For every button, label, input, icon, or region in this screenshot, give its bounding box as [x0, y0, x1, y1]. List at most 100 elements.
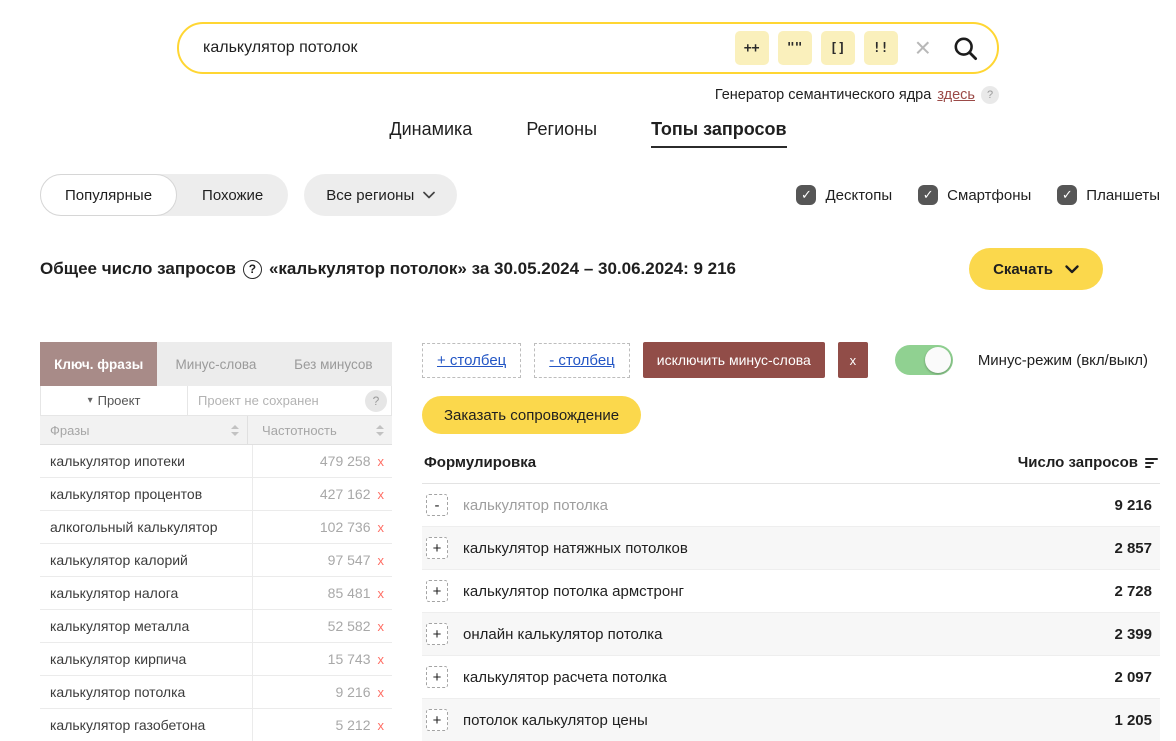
query-phrase: калькулятор потолка	[463, 497, 1114, 514]
query-count: 1 205	[1114, 712, 1154, 729]
main-tabs: Динамика Регионы Топы запросов	[177, 119, 999, 148]
checkbox-smartphones[interactable]: ✓ Смартфоны	[918, 185, 1031, 205]
add-column-label: + столбец	[437, 352, 506, 369]
add-column-button[interactable]: + столбец	[422, 343, 521, 378]
tab-top-queries[interactable]: Топы запросов	[651, 119, 787, 148]
pill-similar[interactable]: Похожие	[177, 174, 288, 216]
project-status-cell: Проект не сохранен ?	[188, 386, 392, 416]
semantic-core-line: Генератор семантического ядра здесь ?	[177, 86, 999, 104]
checkbox-tablets-label: Планшеты	[1086, 187, 1160, 204]
toggle-knob	[925, 347, 951, 373]
operator-quotes-button[interactable]: ""	[778, 31, 812, 65]
tab-without-minuses[interactable]: Без минусов	[275, 342, 392, 386]
operator-exclamation-button[interactable]: !!	[864, 31, 898, 65]
clear-search-icon[interactable]: ×	[915, 34, 931, 62]
query-row: + потолок калькулятор цены 1 205	[422, 699, 1160, 741]
tab-minus-words[interactable]: Минус-слова	[157, 342, 274, 386]
keywords-table-header: Фразы Частотность	[40, 416, 392, 445]
frequency-cell: 15 743 x	[253, 643, 392, 675]
caret-down-icon: ▾	[88, 395, 93, 406]
remove-phrase-button[interactable]: x	[378, 619, 385, 634]
generator-text: Генератор семантического ядра	[715, 87, 932, 103]
frequency-value: 52 582	[328, 618, 371, 634]
remove-phrase-button[interactable]: x	[378, 553, 385, 568]
frequency-value: 15 743	[328, 651, 371, 667]
expand-toggle-button[interactable]: +	[426, 709, 448, 731]
queries-panel: + столбец - столбец исключить минус-слов…	[422, 342, 1160, 741]
region-selector[interactable]: Все регионы	[304, 174, 457, 216]
download-button[interactable]: Скачать	[969, 248, 1103, 290]
exclude-minus-words-button[interactable]: исключить минус-слова	[643, 342, 825, 378]
minus-mode-toggle[interactable]	[895, 345, 953, 375]
column-header-query-count[interactable]: Число запросов	[1018, 454, 1158, 471]
project-row: ▾ Проект Проект не сохранен ?	[40, 386, 392, 416]
column-header-frequency: Частотность	[247, 416, 392, 444]
total-queries-summary: Общее число запросов ? «калькулятор пото…	[40, 259, 736, 279]
operator-brackets-button[interactable]: []	[821, 31, 855, 65]
remove-phrase-button[interactable]: x	[378, 685, 385, 700]
summary-help-icon[interactable]: ?	[243, 260, 262, 279]
keyword-row: калькулятор металла 52 582 x	[40, 610, 392, 643]
generator-here-link[interactable]: здесь	[937, 87, 975, 103]
tab-key-phrases[interactable]: Ключ. фразы	[40, 342, 157, 386]
order-support-button[interactable]: Заказать сопровождение	[422, 396, 641, 434]
expand-toggle-button[interactable]: +	[426, 666, 448, 688]
operator-plus-button[interactable]: ++	[735, 31, 769, 65]
checkbox-checked-icon: ✓	[1057, 185, 1077, 205]
keyword-row: калькулятор налога 85 481 x	[40, 577, 392, 610]
download-button-label: Скачать	[993, 261, 1053, 278]
phrase-cell: калькулятор газобетона	[40, 709, 253, 741]
search-input[interactable]	[203, 39, 726, 57]
tab-regions[interactable]: Регионы	[526, 119, 597, 148]
search-bar: ++ "" [] !! ×	[177, 22, 999, 74]
minus-mode-label: Минус-режим (вкл/выкл)	[978, 352, 1148, 369]
expand-toggle-button[interactable]: +	[426, 623, 448, 645]
right-table-body: - калькулятор потолка 9 216 + калькулято…	[422, 484, 1160, 741]
remove-phrase-button[interactable]: x	[378, 718, 385, 733]
frequency-value: 5 212	[335, 717, 370, 733]
remove-column-button[interactable]: - столбец	[534, 343, 630, 378]
remove-phrase-button[interactable]: x	[378, 487, 385, 502]
summary-query-period: «калькулятор потолок» за 30.05.2024 – 30…	[269, 259, 736, 279]
frequency-cell: 102 736 x	[253, 511, 392, 543]
magnifier-icon	[952, 35, 979, 62]
sort-phrases-control[interactable]	[231, 425, 239, 436]
expand-toggle-button[interactable]: +	[426, 537, 448, 559]
remove-phrase-button[interactable]: x	[378, 586, 385, 601]
keywords-panel-tabs: Ключ. фразы Минус-слова Без минусов	[40, 342, 392, 386]
query-row: + калькулятор потолка армстронг 2 728	[422, 570, 1160, 613]
phrase-cell: калькулятор калорий	[40, 544, 253, 576]
frequency-cell: 85 481 x	[253, 577, 392, 609]
project-help-icon[interactable]: ?	[365, 390, 387, 412]
tab-dynamics[interactable]: Динамика	[389, 119, 472, 148]
checkbox-tablets[interactable]: ✓ Планшеты	[1057, 185, 1160, 205]
generator-help-icon[interactable]: ?	[981, 86, 999, 104]
phrase-cell: калькулятор кирпича	[40, 643, 253, 675]
frequency-value: 97 547	[328, 552, 371, 568]
expand-toggle-button[interactable]: +	[426, 580, 448, 602]
checkbox-desktops-label: Десктопы	[825, 187, 892, 204]
remove-phrase-button[interactable]: x	[378, 520, 385, 535]
frequency-value: 479 258	[320, 453, 371, 469]
checkbox-desktops[interactable]: ✓ Десктопы	[796, 185, 892, 205]
remove-column-label: - столбец	[549, 352, 615, 369]
device-filters: ✓ Десктопы ✓ Смартфоны ✓ Планшеты	[796, 185, 1160, 205]
remove-phrase-button[interactable]: x	[378, 454, 385, 469]
column-header-phrases-label: Фразы	[50, 423, 90, 438]
column-header-phrases: Фразы	[40, 423, 247, 438]
query-count: 2 857	[1114, 540, 1154, 557]
keywords-panel: Ключ. фразы Минус-слова Без минусов ▾ Пр…	[40, 342, 392, 741]
sort-frequency-control[interactable]	[376, 425, 384, 436]
checkbox-checked-icon: ✓	[796, 185, 816, 205]
search-submit-button[interactable]	[948, 35, 983, 62]
column-header-formulation: Формулировка	[424, 454, 536, 471]
project-selector[interactable]: ▾ Проект	[40, 386, 188, 416]
expand-toggle-button[interactable]: -	[426, 494, 448, 516]
query-row: + онлайн калькулятор потолка 2 399	[422, 613, 1160, 656]
query-phrase: потолок калькулятор цены	[463, 712, 1114, 729]
query-count: 2 097	[1114, 669, 1154, 686]
keyword-row: калькулятор калорий 97 547 x	[40, 544, 392, 577]
pill-popular[interactable]: Популярные	[40, 174, 177, 216]
exclude-close-button[interactable]: x	[838, 342, 868, 378]
remove-phrase-button[interactable]: x	[378, 652, 385, 667]
